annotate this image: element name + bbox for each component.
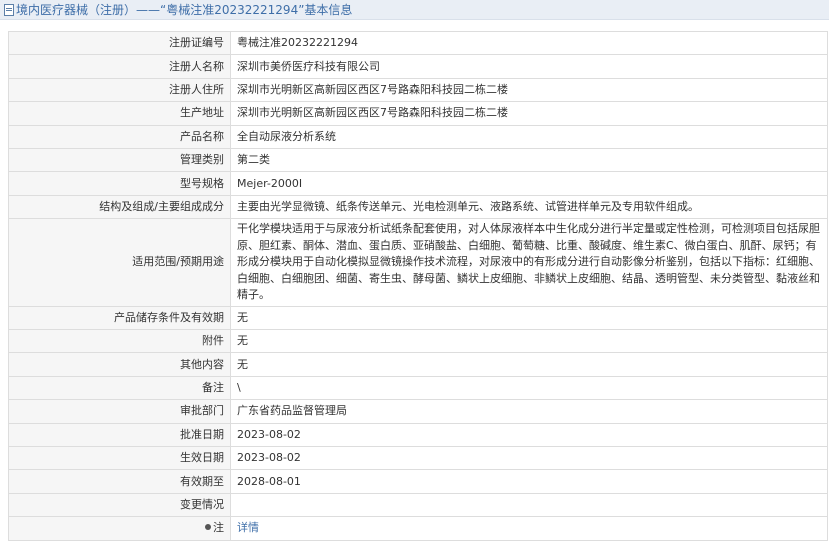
field-label: 适用范围/预期用途 bbox=[8, 218, 231, 307]
table-row: 产品储存条件及有效期 无 bbox=[8, 305, 828, 331]
field-label: 有效期至 bbox=[8, 469, 231, 494]
field-label: 其他内容 bbox=[8, 352, 231, 377]
field-value: Mejer-2000I bbox=[230, 171, 828, 196]
details-link[interactable]: 详情 bbox=[237, 521, 259, 534]
field-value: 无 bbox=[230, 352, 828, 377]
table-row: 变更情况 bbox=[8, 492, 828, 518]
field-label: 注册人住所 bbox=[8, 77, 231, 103]
field-value: 广东省药品监督管理局 bbox=[230, 399, 828, 424]
info-table: 注册证编号 粤械注准20232221294 注册人名称 深圳市美侨医疗科技有限公… bbox=[8, 30, 828, 541]
field-label: 型号规格 bbox=[8, 171, 231, 196]
field-label: 结构及组成/主要组成成分 bbox=[8, 194, 231, 220]
table-row: 审批部门 广东省药品监督管理局 bbox=[8, 399, 828, 424]
table-row: 附件 无 bbox=[8, 329, 828, 354]
field-value: 第二类 bbox=[230, 147, 828, 173]
table-row: 管理类别 第二类 bbox=[8, 147, 828, 173]
table-row: 有效期至 2028-08-01 bbox=[8, 469, 828, 494]
field-label: 审批部门 bbox=[8, 399, 231, 424]
field-label: 注册人名称 bbox=[8, 54, 231, 79]
note-label-cell: 注 bbox=[8, 516, 231, 541]
field-value: 全自动尿液分析系统 bbox=[230, 124, 828, 149]
field-label: 批准日期 bbox=[8, 422, 231, 447]
field-value: 无 bbox=[230, 329, 828, 354]
table-row: 其他内容 无 bbox=[8, 352, 828, 377]
field-value: 深圳市光明新区高新园区西区7号路森阳科技园二栋二楼 bbox=[230, 101, 828, 126]
field-value: 干化学模块适用于与尿液分析试纸条配套使用，对人体尿液样本中生化成分进行半定量或定… bbox=[230, 218, 828, 307]
table-row: 批准日期 2023-08-02 bbox=[8, 422, 828, 447]
field-value: 2023-08-02 bbox=[230, 422, 828, 447]
field-label: 变更情况 bbox=[8, 492, 231, 518]
field-label: 注册证编号 bbox=[8, 30, 231, 56]
field-value: \ bbox=[230, 375, 828, 401]
field-label: 产品储存条件及有效期 bbox=[8, 305, 231, 331]
field-value: 无 bbox=[230, 305, 828, 331]
field-label: 管理类别 bbox=[8, 147, 231, 173]
document-icon bbox=[4, 3, 14, 16]
table-row: 型号规格 Mejer-2000I bbox=[8, 171, 828, 196]
field-label: 备注 bbox=[8, 375, 231, 401]
pin-icon bbox=[205, 524, 211, 531]
table-row: 产品名称 全自动尿液分析系统 bbox=[8, 124, 828, 149]
field-value bbox=[230, 492, 828, 518]
table-row: 注册人名称 深圳市美侨医疗科技有限公司 bbox=[8, 54, 828, 79]
field-value: 2028-08-01 bbox=[230, 469, 828, 494]
field-value: 2023-08-02 bbox=[230, 445, 828, 471]
field-value: 深圳市光明新区高新园区西区7号路森阳科技园二栋二楼 bbox=[230, 77, 828, 103]
field-label: 生效日期 bbox=[8, 445, 231, 471]
field-value: 深圳市美侨医疗科技有限公司 bbox=[230, 54, 828, 79]
field-value: 粤械注准20232221294 bbox=[230, 30, 828, 56]
page: 境内医疗器械（注册）——“粤械注准20232221294”基本信息 注册证编号 … bbox=[0, 0, 829, 542]
table-row: 生产地址 深圳市光明新区高新园区西区7号路森阳科技园二栋二楼 bbox=[8, 101, 828, 126]
field-label: 生产地址 bbox=[8, 101, 231, 126]
field-label: 附件 bbox=[8, 329, 231, 354]
table-row: 适用范围/预期用途 干化学模块适用于与尿液分析试纸条配套使用，对人体尿液样本中生… bbox=[8, 218, 828, 307]
title-bar: 境内医疗器械（注册）——“粤械注准20232221294”基本信息 bbox=[0, 0, 829, 20]
note-label: 注 bbox=[213, 521, 224, 535]
table-row: 备注 \ bbox=[8, 375, 828, 401]
field-value: 主要由光学显微镜、纸条传送单元、光电检测单元、液路系统、试管进样单元及专用软件组… bbox=[230, 194, 828, 220]
table-row: 生效日期 2023-08-02 bbox=[8, 445, 828, 471]
table-row: 注册人住所 深圳市光明新区高新园区西区7号路森阳科技园二栋二楼 bbox=[8, 77, 828, 103]
page-title: 境内医疗器械（注册）——“粤械注准20232221294”基本信息 bbox=[16, 3, 353, 17]
field-label: 产品名称 bbox=[8, 124, 231, 149]
table-row: 结构及组成/主要组成成分 主要由光学显微镜、纸条传送单元、光电检测单元、液路系统… bbox=[8, 194, 828, 220]
note-value-cell: 详情 bbox=[230, 516, 828, 541]
table-row: 注 详情 bbox=[8, 516, 828, 541]
table-row: 注册证编号 粤械注准20232221294 bbox=[8, 30, 828, 56]
